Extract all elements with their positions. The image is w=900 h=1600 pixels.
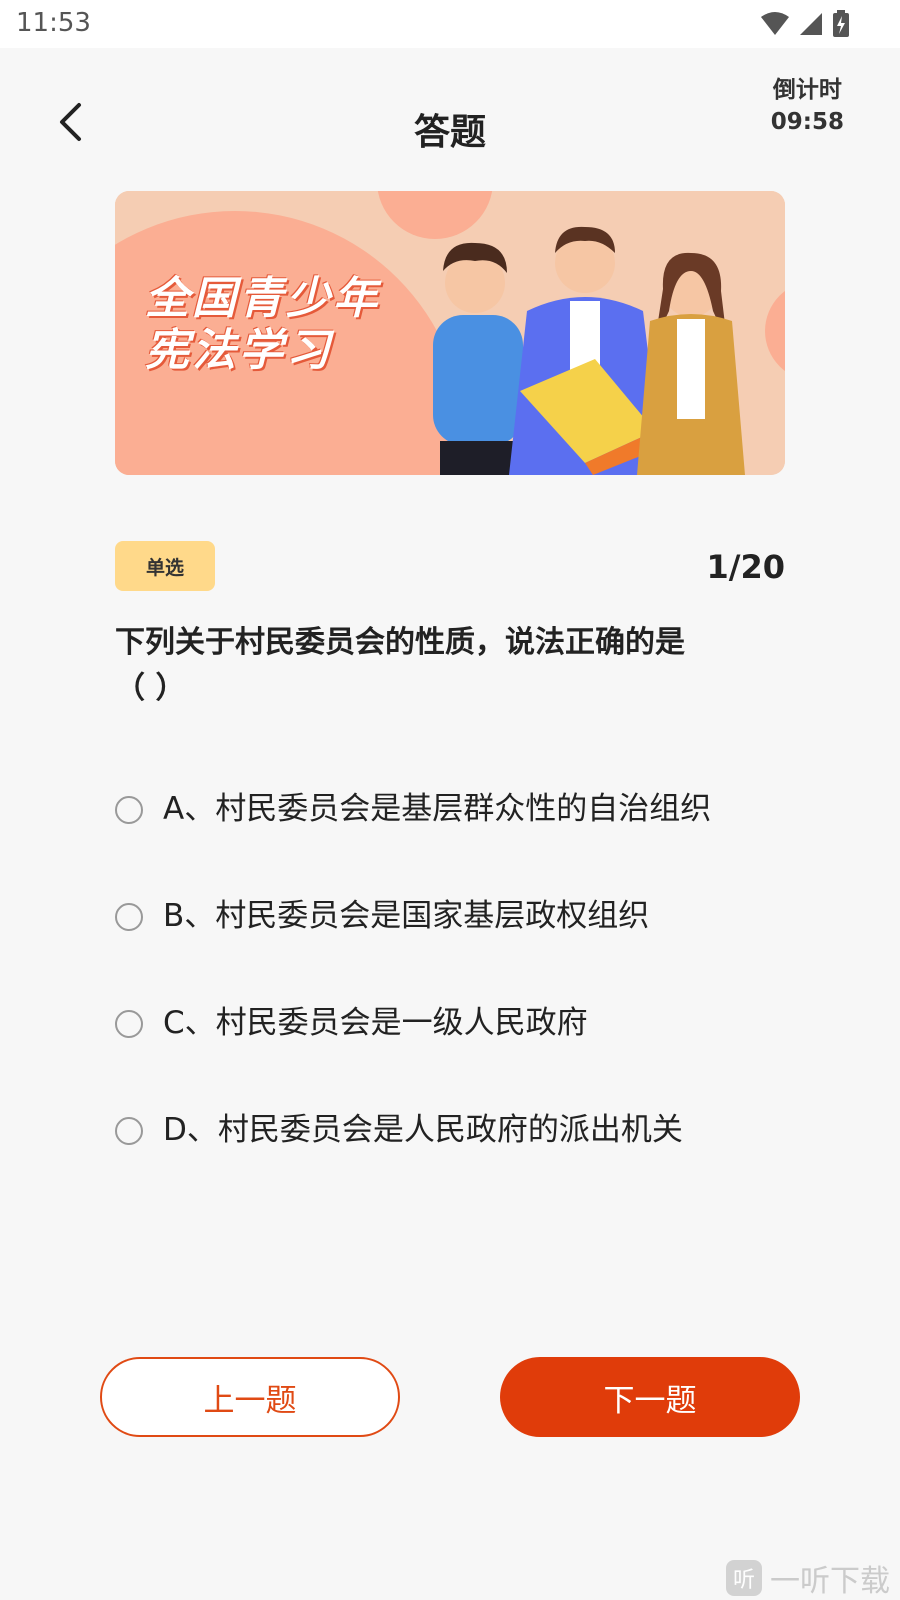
- option-c[interactable]: C、村民委员会是一级人民政府: [115, 1000, 795, 1107]
- option-label: D、村民委员会是人民政府的派出机关: [163, 1112, 683, 1148]
- battery-icon: [833, 10, 849, 37]
- option-label: A、村民委员会是基层群众性的自治组织: [163, 791, 712, 827]
- question-text: 下列关于村民委员会的性质，说法正确的是 （ ）: [115, 620, 755, 712]
- previous-question-button[interactable]: 上一题: [100, 1357, 400, 1437]
- radio-button[interactable]: [115, 1010, 143, 1038]
- answer-options: A、村民委员会是基层群众性的自治组织 B、村民委员会是国家基层政权组织 C、村民…: [115, 786, 795, 1214]
- wifi-icon: [761, 12, 789, 35]
- radio-button[interactable]: [115, 903, 143, 931]
- watermark-text: 一听下载: [770, 1564, 890, 1599]
- countdown-timer: 倒计时 09:58: [771, 74, 844, 138]
- option-label: B、村民委员会是国家基层政权组织: [163, 898, 650, 934]
- signal-icon: [800, 13, 822, 35]
- watermark: 听 一听下载: [726, 1556, 890, 1600]
- option-label: C、村民委员会是一级人民政府: [163, 1005, 588, 1041]
- status-icons: [760, 10, 850, 38]
- status-time: 11:53: [16, 8, 91, 38]
- option-d[interactable]: D、村民委员会是人民政府的派出机关: [115, 1107, 795, 1214]
- app-header: 答题 倒计时 09:58: [0, 48, 900, 208]
- page-title: 答题: [413, 112, 486, 153]
- banner-title-line2: 宪法学习: [145, 325, 333, 376]
- radio-button[interactable]: [115, 1117, 143, 1145]
- watermark-logo-icon: 听: [726, 1560, 762, 1596]
- banner-title-line1: 全国青少年: [145, 273, 380, 324]
- status-bar: 11:53: [0, 0, 900, 48]
- radio-button[interactable]: [115, 796, 143, 824]
- countdown-value: 09:58: [770, 109, 844, 135]
- banner-title: 全国青少年 宪法学习: [145, 273, 380, 377]
- question-progress: 1/20: [706, 548, 785, 586]
- question-type-badge: 单选: [115, 541, 215, 591]
- banner-image: 全国青少年 宪法学习: [115, 191, 785, 475]
- next-question-button[interactable]: 下一题: [500, 1357, 800, 1437]
- question-stem: 下列关于村民委员会的性质，说法正确的是: [115, 625, 685, 660]
- countdown-label: 倒计时: [772, 77, 842, 103]
- question-blank: （ ）: [115, 671, 186, 706]
- option-a[interactable]: A、村民委员会是基层群众性的自治组织: [115, 786, 795, 893]
- option-b[interactable]: B、村民委员会是国家基层政权组织: [115, 893, 795, 1000]
